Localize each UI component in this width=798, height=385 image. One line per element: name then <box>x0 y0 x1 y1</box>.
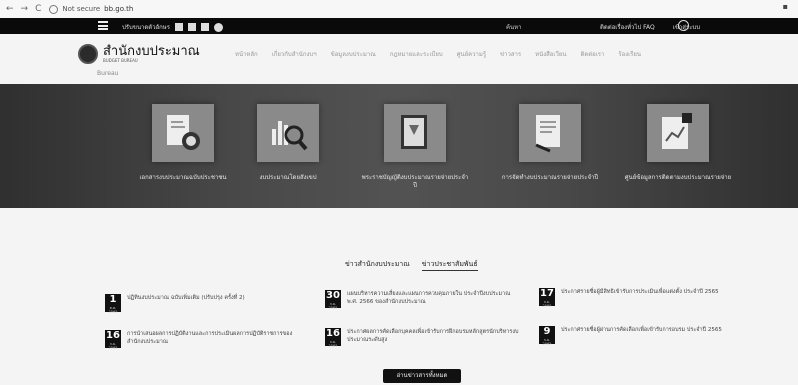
tab-bureau-news[interactable]: ข่าวสำนักงบประมาณ <box>345 259 410 271</box>
news-item[interactable]: 9 ก.ย. 2565 ประกาศรายชื่อผู้ผ่านการคัดเลื… <box>539 326 736 346</box>
user-icon[interactable] <box>678 20 689 31</box>
site-header: สำนักงบประมาณ BUDGET BUREAU หน้าหลัก เกี… <box>0 34 798 84</box>
menu-item[interactable]: กฎหมายและระเบียบ <box>390 49 443 59</box>
emblem-icon <box>78 44 98 64</box>
search-link[interactable]: ค้นหา <box>506 22 521 32</box>
date-day: 30 <box>326 290 340 301</box>
font-size-label: ปรับขนาดตัวอักษร <box>122 24 170 31</box>
card-label: การจัดทำงบประมาณรายจ่ายประจำปี <box>501 174 599 181</box>
tab-announcements[interactable]: ข่าวประชาสัมพันธ์ <box>421 259 478 271</box>
date-month: ก.ย. 2565 <box>328 340 338 348</box>
chart-magnifier-icon <box>272 121 308 151</box>
news-item[interactable]: 30 ก.ย. 2565 แผนบริหารความเสี่ยงและแผนการ… <box>325 290 522 310</box>
menu-item[interactable]: ร้องเรียน <box>618 49 641 59</box>
card-label: พระราชบัญญัติงบประมาณรายจ่ายประจำปี <box>361 174 469 189</box>
card-budget-act[interactable]: พระราชบัญญัติงบประมาณรายจ่ายประจำปี <box>360 104 470 190</box>
card-budget-overview[interactable]: งบประมาณโดยสังเขป <box>238 104 338 182</box>
card-tile <box>519 104 581 162</box>
card-tile <box>152 104 214 162</box>
date-badge: 9 ก.ย. 2565 <box>539 326 555 346</box>
date-month: ต.ค. 2565 <box>108 306 118 314</box>
contrast-light-icon[interactable] <box>188 23 196 31</box>
browser-bar: ← → C Not secure bb.go.th ▪ <box>0 0 798 18</box>
card-citizen-budget[interactable]: เอกสารงบประมาณฉบับประชาชน <box>118 104 248 182</box>
news-title[interactable]: การนำเสนอผลการปฏิบัติงานและการประเมินผลก… <box>127 330 302 346</box>
contrast-dark-icon[interactable] <box>175 23 183 31</box>
menu-item[interactable]: ข่าวสาร <box>500 49 521 59</box>
date-day: 17 <box>540 288 554 299</box>
document-seal-icon <box>167 115 200 150</box>
faq-link[interactable]: ติดต่อเรื่องทั่วไป FAQ <box>600 22 655 32</box>
back-icon[interactable]: ← <box>6 4 14 14</box>
date-badge: 16 ก.ย. 2565 <box>325 328 341 348</box>
url-security-label: Not secure <box>62 5 101 13</box>
date-badge: 1 ต.ค. 2565 <box>105 294 121 314</box>
address-bar[interactable]: Not secure bb.go.th <box>49 4 134 14</box>
card-label: ศูนย์ข้อมูลการติดตามงบประมาณรายจ่าย <box>624 174 732 181</box>
menu-item[interactable]: ข้อมูลงบประมาณ <box>331 49 376 59</box>
date-day: 16 <box>106 330 120 341</box>
news-item[interactable]: 16 ก.ย. 2565 ประกาศผลการคัดเลือกบุคคลเพื่… <box>325 328 522 348</box>
hero-banner: เอกสารงบประมาณฉบับประชาชน งบประมาณโดยสัง… <box>0 84 798 208</box>
news-tabs: ข่าวสำนักงบประมาณ ข่าวประชาสัมพันธ์ <box>345 259 478 271</box>
date-month: ก.ย. 2565 <box>542 338 552 346</box>
report-chart-icon <box>662 113 692 149</box>
info-icon <box>49 4 59 14</box>
news-title[interactable]: ประกาศรายชื่อผู้มีสิทธิเข้ารับการประเมิน… <box>561 288 736 296</box>
extensions-icon[interactable]: ▪ <box>783 2 788 11</box>
menu-item[interactable]: เกี่ยวกับสำนักงบฯ <box>272 49 317 59</box>
date-badge: 16 ก.ย. 2565 <box>105 330 121 350</box>
date-badge: 30 ก.ย. 2565 <box>325 290 341 310</box>
news-item[interactable]: 17 ก.ย. 2565 ประกาศรายชื่อผู้มีสิทธิเข้าร… <box>539 288 736 308</box>
accessibility-tools: ปรับขนาดตัวอักษร <box>122 22 223 32</box>
menu-item[interactable]: ติดต่อเรา <box>580 49 604 59</box>
read-more-button[interactable]: อ่านข่าวสารทั้งหมด <box>383 369 461 383</box>
date-day: 1 <box>109 294 117 305</box>
document-pen-icon <box>535 115 560 153</box>
news-item[interactable]: 1 ต.ค. 2565 ปฏิทินงบประมาณ ฉบับเพิ่มเติม … <box>105 294 302 314</box>
card-tile <box>384 104 446 162</box>
top-utility-bar: ปรับขนาดตัวอักษร ค้นหา ติดต่อเรื่องทั่วไ… <box>0 18 798 34</box>
card-tile <box>257 104 319 162</box>
news-title[interactable]: แผนบริหารความเสี่ยงและแผนการควบคุมภายใน … <box>347 290 522 306</box>
card-label: เอกสารงบประมาณฉบับประชาชน <box>139 174 227 181</box>
contrast-yellow-icon[interactable] <box>201 23 209 31</box>
breadcrumb[interactable]: Bureau <box>97 70 118 77</box>
site-logo[interactable]: สำนักงบประมาณ BUDGET BUREAU <box>78 44 200 64</box>
date-month: ก.ย. 2565 <box>542 300 552 308</box>
card-label: งบประมาณโดยสังเขป <box>259 174 317 181</box>
news-item[interactable]: 16 ก.ย. 2565 การนำเสนอผลการปฏิบัติงานและก… <box>105 330 302 350</box>
url-text: bb.go.th <box>104 5 134 13</box>
date-day: 9 <box>543 326 551 337</box>
hamburger-menu-icon[interactable] <box>98 21 108 30</box>
date-month: ก.ย. 2565 <box>108 342 118 350</box>
news-title[interactable]: ปฏิทินงบประมาณ ฉบับเพิ่มเติม (ปรับปรุง ค… <box>127 294 302 302</box>
date-day: 16 <box>326 328 340 339</box>
main-menu: หน้าหลัก เกี่ยวกับสำนักงบฯ ข้อมูลงบประมา… <box>235 49 641 59</box>
forward-icon[interactable]: → <box>21 4 29 14</box>
card-budget-tracking[interactable]: ศูนย์ข้อมูลการติดตามงบประมาณรายจ่าย <box>618 104 738 182</box>
card-tile <box>647 104 709 162</box>
accessibility-icon[interactable] <box>214 22 223 32</box>
menu-item[interactable]: หนังสือเวียน <box>535 49 566 59</box>
menu-item[interactable]: ศูนย์ความรู้ <box>457 49 486 59</box>
date-badge: 17 ก.ย. 2565 <box>539 288 555 308</box>
news-title[interactable]: ประกาศรายชื่อผู้ผ่านการคัดเลือกเพื่อเข้า… <box>561 326 736 334</box>
reload-icon[interactable]: C <box>35 4 41 14</box>
book-icon <box>401 115 427 149</box>
card-budget-preparation[interactable]: การจัดทำงบประมาณรายจ่ายประจำปี <box>490 104 610 182</box>
logo-title: สำนักงบประมาณ <box>103 44 200 59</box>
menu-item[interactable]: หน้าหลัก <box>235 49 258 59</box>
news-title[interactable]: ประกาศผลการคัดเลือกบุคคลเพื่อเข้ารับการฝ… <box>347 328 522 344</box>
date-month: ก.ย. 2565 <box>328 302 338 310</box>
